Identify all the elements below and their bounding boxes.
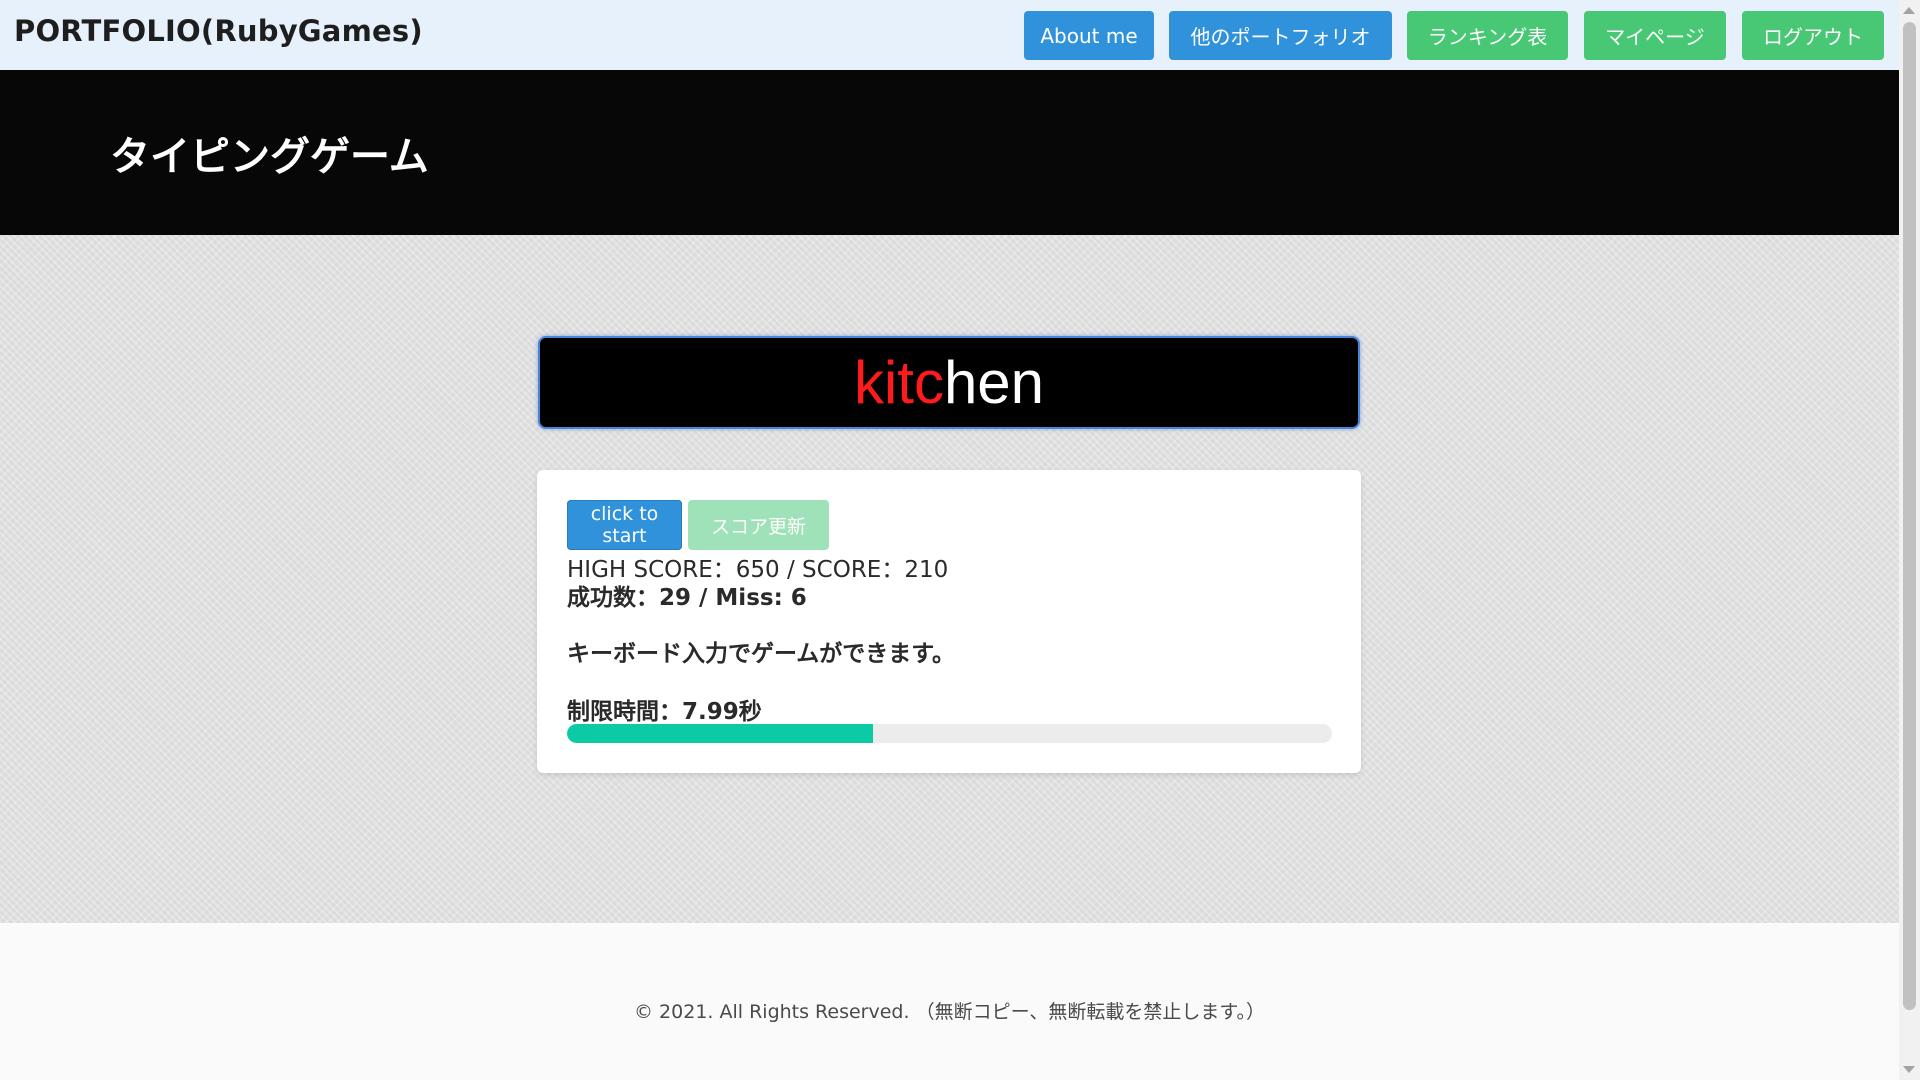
other-portfolio-button[interactable]: 他のポートフォリオ <box>1169 11 1392 60</box>
scroll-up-arrow-icon[interactable] <box>1903 7 1915 14</box>
ranking-button[interactable]: ランキング表 <box>1407 11 1568 60</box>
instruction-text: キーボード入力でゲームができます。 <box>567 641 956 667</box>
scroll-thumb[interactable] <box>1903 22 1916 1010</box>
typed-characters: kitc <box>853 349 944 416</box>
word-display: kitc hen <box>538 336 1360 429</box>
brand-logo[interactable]: PORTFOLIO(RubyGames) <box>14 14 423 48</box>
footer: © 2021. All Rights Reserved. （無断コピー、無断転載… <box>0 923 1899 1080</box>
start-button[interactable]: click to start <box>567 500 682 550</box>
time-progress-fill <box>567 724 873 743</box>
copyright-text: © 2021. All Rights Reserved. （無断コピー、無断転載… <box>634 1001 1265 1023</box>
navbar: PORTFOLIO(RubyGames) About me 他のポートフォリオ … <box>0 0 1899 70</box>
game-panel: click to start スコア更新 HIGH SCORE：650 / SC… <box>537 470 1361 773</box>
vertical-scrollbar[interactable] <box>1899 0 1920 1080</box>
mypage-button[interactable]: マイページ <box>1584 11 1726 60</box>
score-update-button: スコア更新 <box>688 500 829 550</box>
time-progress-bar <box>567 724 1332 743</box>
page-title: タイピングゲーム <box>110 134 429 180</box>
time-limit-text: 制限時間：7.99秒 <box>567 699 762 725</box>
logout-button[interactable]: ログアウト <box>1742 11 1884 60</box>
scroll-down-arrow-icon[interactable] <box>1903 1066 1915 1073</box>
success-miss-text: 成功数：29 / Miss: 6 <box>567 585 807 611</box>
hero-banner: タイピングゲーム <box>0 70 1899 235</box>
remaining-characters: hen <box>943 349 1045 416</box>
about-me-button[interactable]: About me <box>1024 11 1154 60</box>
